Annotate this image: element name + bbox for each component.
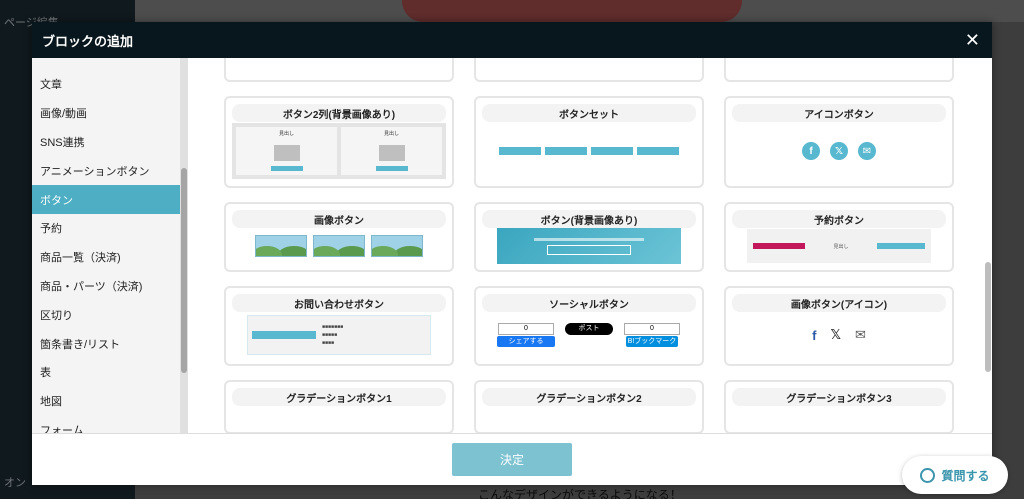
thumb-heading: 見出し bbox=[383, 131, 399, 137]
sidebar-item-reservation[interactable]: 予約 bbox=[32, 214, 188, 243]
sidebar-item-product-parts[interactable]: 商品・パーツ（決済) bbox=[32, 272, 188, 301]
thumb-heading: 見出し bbox=[278, 131, 294, 137]
category-sidebar: 文章 画像/動画 SNS連携 アニメーションボタン ボタン 予約 商品一覧（決済… bbox=[32, 58, 188, 433]
card-title: 予約ボタン bbox=[732, 210, 946, 228]
close-icon[interactable]: ✕ bbox=[965, 31, 980, 49]
card-button-bg-image[interactable]: ボタン(背景画像あり) bbox=[474, 202, 704, 272]
sidebar-item-text[interactable]: 文章 bbox=[32, 70, 188, 99]
card-thumbnail bbox=[232, 228, 446, 264]
facebook-icon: f bbox=[802, 142, 820, 160]
landscape-image-icon bbox=[313, 235, 365, 257]
block-card[interactable] bbox=[724, 58, 954, 82]
sidebar-item-button[interactable]: ボタン bbox=[32, 185, 188, 214]
card-thumbnail: 0 シェアする ポスト 0 B!ブックマーク bbox=[482, 312, 696, 358]
sidebar-item-map[interactable]: 地図 bbox=[32, 387, 188, 416]
landscape-image-icon bbox=[255, 235, 307, 257]
card-row: ボタン2列(背景画像あり) 見出し 見出し ボタンセット アイコンボタン f 𝕏… bbox=[224, 96, 956, 188]
chat-bubble-icon bbox=[920, 467, 936, 483]
card-thumbnail: 見出し bbox=[732, 228, 946, 264]
add-block-modal: ブロックの追加 ✕ 文章 画像/動画 SNS連携 アニメーションボタン ボタン … bbox=[32, 22, 992, 485]
sidebar-item-table[interactable]: 表 bbox=[32, 358, 188, 387]
block-card[interactable] bbox=[474, 58, 704, 82]
card-button-set[interactable]: ボタンセット bbox=[474, 96, 704, 188]
card-row: お問い合わせボタン ■■■■■■■ ■■■■■ ■■■■ ソーシャルボタン 0 … bbox=[224, 286, 956, 366]
card-row: 画像ボタン ボタン(背景画像あり) 予約ボタン 見出し bbox=[224, 202, 956, 272]
card-row bbox=[224, 58, 956, 82]
card-title: ボタンセット bbox=[482, 104, 696, 122]
hatena-bookmark-icon: B!ブックマーク bbox=[626, 336, 678, 347]
landscape-image-icon bbox=[371, 235, 423, 257]
card-title: ボタン2列(背景画像あり) bbox=[232, 104, 446, 122]
card-title: ソーシャルボタン bbox=[482, 294, 696, 312]
sidebar-item-animation-button[interactable]: アニメーションボタン bbox=[32, 156, 188, 185]
sidebar-item-image-video[interactable]: 画像/動画 bbox=[32, 99, 188, 128]
image-placeholder-icon bbox=[273, 145, 300, 161]
help-button[interactable]: 質問する bbox=[902, 456, 1008, 494]
card-title: 画像ボタン(アイコン) bbox=[732, 294, 946, 312]
modal-body: 文章 画像/動画 SNS連携 アニメーションボタン ボタン 予約 商品一覧（決済… bbox=[32, 58, 992, 433]
mail-icon: ✉ bbox=[854, 327, 866, 342]
card-reserve-button[interactable]: 予約ボタン 見出し bbox=[724, 202, 954, 272]
card-title: アイコンボタン bbox=[732, 104, 946, 122]
bookmark-count: 0 bbox=[624, 323, 680, 335]
card-gradient-button-2[interactable]: グラデーションボタン2 bbox=[474, 380, 704, 433]
sidebar-scroll-thumb[interactable] bbox=[181, 168, 187, 373]
share-count: 0 bbox=[498, 323, 554, 335]
modal-footer: 決定 bbox=[32, 433, 992, 485]
mail-icon: ✉ bbox=[858, 142, 876, 160]
thumb-heading: 見出し bbox=[833, 243, 849, 250]
sidebar-scrollbar[interactable] bbox=[180, 58, 188, 433]
block-card[interactable] bbox=[224, 58, 454, 82]
card-thumbnail: f 𝕏 ✉ bbox=[732, 122, 946, 180]
card-social-button[interactable]: ソーシャルボタン 0 シェアする ポスト 0 B!ブックマーク bbox=[474, 286, 704, 366]
card-title: お問い合わせボタン bbox=[232, 294, 446, 312]
card-title: グラデーションボタン3 bbox=[732, 388, 946, 406]
help-label: 質問する bbox=[941, 468, 990, 483]
facebook-share-icon: シェアする bbox=[497, 336, 555, 347]
content-scroll-thumb[interactable] bbox=[985, 262, 991, 372]
card-icon-button[interactable]: アイコンボタン f 𝕏 ✉ bbox=[724, 96, 954, 188]
sidebar-item-divider[interactable]: 区切り bbox=[32, 300, 188, 329]
card-title: ボタン(背景画像あり) bbox=[482, 210, 696, 228]
sidebar-item-list[interactable]: 箇条書き/リスト bbox=[32, 329, 188, 358]
facebook-icon: f bbox=[812, 327, 817, 343]
x-icon: 𝕏 bbox=[830, 142, 848, 160]
card-contact-button[interactable]: お問い合わせボタン ■■■■■■■ ■■■■■ ■■■■ bbox=[224, 286, 454, 366]
card-title: グラデーションボタン2 bbox=[482, 388, 696, 406]
card-image-button-icon[interactable]: 画像ボタン(アイコン) f 𝕏 ✉ bbox=[724, 286, 954, 366]
card-row: グラデーションボタン1 グラデーションボタン2 グラデーションボタン3 bbox=[224, 380, 956, 433]
card-image-button[interactable]: 画像ボタン bbox=[224, 202, 454, 272]
x-icon: 𝕏 bbox=[830, 327, 841, 342]
block-grid: ボタン2列(背景画像あり) 見出し 見出し ボタンセット アイコンボタン f 𝕏… bbox=[188, 58, 992, 433]
sidebar-item-form[interactable]: フォーム bbox=[32, 416, 188, 433]
content-scrollbar[interactable] bbox=[984, 58, 992, 433]
card-button-2col-bg[interactable]: ボタン2列(背景画像あり) 見出し 見出し bbox=[224, 96, 454, 188]
modal-title: ブロックの追加 bbox=[42, 33, 134, 49]
confirm-button[interactable]: 決定 bbox=[452, 443, 572, 476]
card-thumbnail bbox=[482, 228, 696, 264]
card-thumbnail bbox=[482, 122, 696, 180]
card-thumbnail: 見出し 見出し bbox=[232, 122, 446, 180]
card-thumbnail: f 𝕏 ✉ bbox=[732, 312, 946, 358]
sidebar-item-sns[interactable]: SNS連携 bbox=[32, 128, 188, 157]
card-gradient-button-1[interactable]: グラデーションボタン1 bbox=[224, 380, 454, 433]
card-gradient-button-3[interactable]: グラデーションボタン3 bbox=[724, 380, 954, 433]
modal-header: ブロックの追加 ✕ bbox=[32, 22, 992, 58]
card-title: グラデーションボタン1 bbox=[232, 388, 446, 406]
sidebar-item-product-list[interactable]: 商品一覧（決済) bbox=[32, 243, 188, 272]
x-post-icon: ポスト bbox=[565, 323, 613, 335]
card-title: 画像ボタン bbox=[232, 210, 446, 228]
image-placeholder-icon bbox=[378, 145, 405, 161]
card-thumbnail: ■■■■■■■ ■■■■■ ■■■■ bbox=[232, 312, 446, 358]
